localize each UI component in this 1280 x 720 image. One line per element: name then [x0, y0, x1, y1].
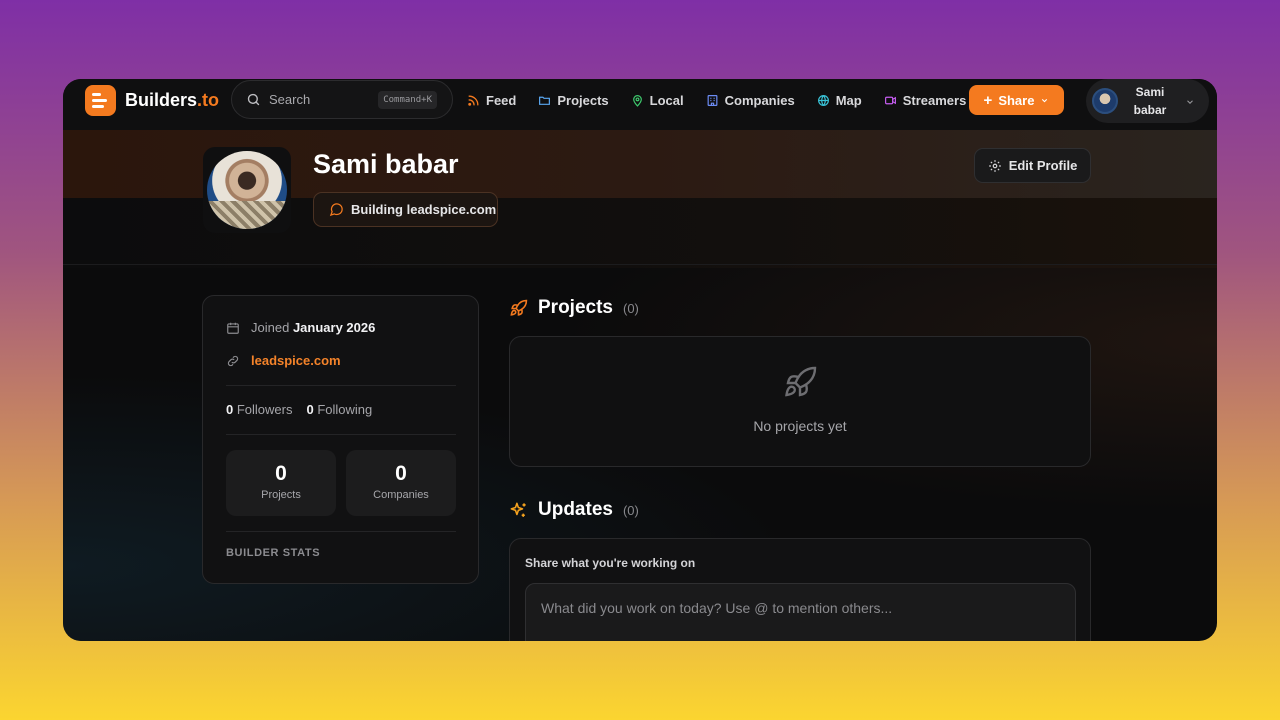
search-input[interactable]: Search Command+K: [231, 80, 453, 119]
updates-section-title: Updates (0): [509, 499, 639, 521]
globe-icon: [817, 94, 829, 106]
stat-companies: 0 Companies: [346, 450, 456, 516]
brand-name: Builders.to: [125, 90, 220, 110]
plus-icon: +: [983, 91, 993, 109]
nav-projects[interactable]: Projects: [538, 92, 609, 108]
share-button[interactable]: + Share: [969, 85, 1064, 115]
joined-row: Joined January 2026: [226, 320, 375, 335]
projects-section-title: Projects (0): [509, 297, 639, 319]
follow-stats: 0 Followers 0 Following: [226, 402, 372, 417]
brand-logo[interactable]: Builders.to: [85, 85, 219, 116]
builder-stats-heading[interactable]: BUILDER STATS: [226, 547, 320, 559]
updates-composer: Share what you're working on What did yo…: [509, 538, 1091, 641]
building-icon: [707, 94, 718, 106]
projects-empty-state: No projects yet: [509, 336, 1091, 467]
edit-profile-button[interactable]: Edit Profile: [974, 148, 1091, 183]
folder-icon: [539, 96, 551, 105]
nav-feed[interactable]: Feed: [467, 92, 516, 108]
chevron-down-icon: [1187, 100, 1193, 104]
app-window: Builders.to Search Command+K Feed Projec…: [63, 79, 1217, 641]
nav-local[interactable]: Local: [631, 92, 684, 108]
profile-photo: [207, 151, 287, 229]
followers-link[interactable]: 0 Followers: [226, 402, 292, 417]
update-textarea[interactable]: What did you work on today? Use @ to men…: [525, 583, 1076, 641]
profile-sidebar-card: Joined January 2026 leadspice.com 0 Foll…: [202, 295, 479, 584]
video-icon: [884, 96, 896, 104]
nav-streamers[interactable]: Streamers: [884, 92, 966, 108]
profile-avatar: [203, 147, 291, 233]
composer-label: Share what you're working on: [525, 556, 696, 570]
sparkles-icon: [510, 502, 526, 517]
search-icon: [247, 93, 260, 106]
nav-map[interactable]: Map: [817, 92, 862, 108]
stat-projects: 0 Projects: [226, 450, 336, 516]
profile-name: Sami babar: [313, 149, 459, 179]
gear-icon: [988, 159, 1001, 172]
top-nav: Builders.to Search Command+K Feed Projec…: [63, 79, 1217, 130]
map-pin-icon: [632, 94, 642, 107]
calendar-icon: [227, 322, 239, 334]
link-icon: [227, 355, 239, 366]
status-badge: Building leadspice.com: [313, 192, 498, 227]
following-link[interactable]: 0 Following: [306, 402, 372, 417]
search-shortcut-badge: Command+K: [378, 91, 437, 109]
website-link[interactable]: leadspice.com: [226, 353, 341, 368]
avatar: [1092, 88, 1118, 114]
rss-icon: [468, 95, 479, 106]
rocket-icon: [785, 366, 817, 397]
nav-companies[interactable]: Companies: [706, 92, 795, 108]
builders-logo-icon: [85, 85, 116, 116]
search-placeholder: Search: [269, 92, 311, 107]
chevron-down-icon: [1042, 98, 1048, 102]
empty-message: No projects yet: [753, 418, 847, 434]
message-circle-icon: [329, 203, 343, 217]
user-menu-name: Sami babar: [1133, 85, 1167, 117]
user-menu[interactable]: Sami babar: [1086, 79, 1209, 123]
rocket-icon: [510, 299, 528, 316]
